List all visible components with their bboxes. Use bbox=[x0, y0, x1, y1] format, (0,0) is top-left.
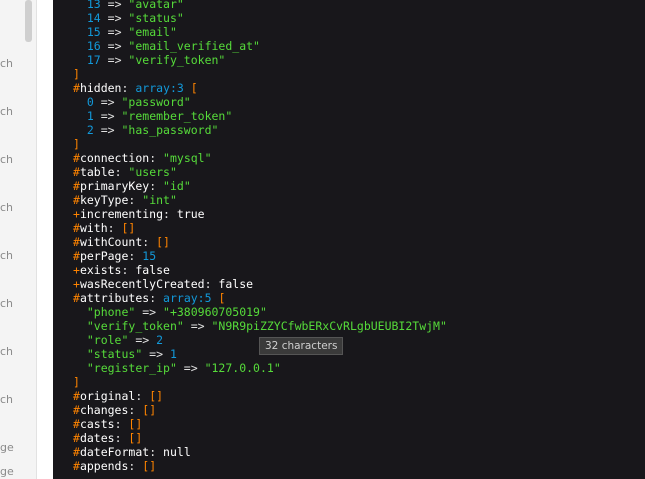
attribute-item: "phone" => "+380960705019" bbox=[86, 305, 267, 319]
model-dump: 13 => "avatar" 14 => "status" 15 => "ema… bbox=[73, 0, 447, 473]
property-line: #appends: [] bbox=[73, 459, 157, 473]
array-item: 16 => "email_verified_at" bbox=[86, 39, 260, 53]
panel-gap bbox=[37, 0, 53, 479]
array-item: 13 => "avatar" bbox=[86, 0, 184, 11]
left-sidebar: ch ch ch ch ch ch ch ch ge ge bbox=[0, 0, 37, 479]
property-line: #table: "users" bbox=[73, 165, 177, 179]
sidebar-text-fragment: ch bbox=[0, 201, 14, 214]
array-item: 1 => "remember_token" bbox=[86, 109, 233, 123]
attribute-item: "register_ip" => "127.0.0.1" bbox=[86, 361, 281, 375]
debug-dump-panel: 13 => "avatar" 14 => "status" 15 => "ema… bbox=[53, 0, 645, 479]
array-item: 2 => "has_password" bbox=[86, 123, 219, 137]
sidebar-text-fragment: ch bbox=[0, 57, 14, 70]
sidebar-text-fragment: ch bbox=[0, 345, 14, 358]
property-line: +incrementing: true bbox=[73, 207, 205, 221]
hidden-property: #hidden: array:3 [ bbox=[73, 81, 198, 95]
sidebar-text-fragment: ch bbox=[0, 393, 14, 406]
sidebar-text-fragment: ch bbox=[0, 297, 14, 310]
property-line: #casts: [] bbox=[73, 417, 143, 431]
close-bracket: ] bbox=[73, 137, 80, 151]
property-line: #changes: [] bbox=[73, 403, 157, 417]
tooltip: 32 characters bbox=[259, 337, 344, 355]
array-item: 17 => "verify_token" bbox=[86, 53, 226, 67]
property-line: +exists: false bbox=[73, 263, 170, 277]
sidebar-scrollbar[interactable] bbox=[25, 0, 32, 42]
array-item: 14 => "status" bbox=[86, 11, 184, 25]
property-line: #with: [] bbox=[73, 221, 136, 235]
close-bracket: ] bbox=[73, 375, 80, 389]
property-line: #original: [] bbox=[73, 389, 164, 403]
property-line: +wasRecentlyCreated: false bbox=[73, 277, 254, 291]
property-line: #dateFormat: null bbox=[73, 445, 191, 459]
attribute-item: "verify_token" => "N9R9piZZYCfwbERxCvRLg… bbox=[86, 319, 447, 333]
property-line: #keyType: "int" bbox=[73, 193, 177, 207]
sidebar-text-fragment: ge bbox=[0, 465, 14, 478]
property-line: #dates: [] bbox=[73, 431, 143, 445]
sidebar-text-fragment: ch bbox=[0, 153, 14, 166]
property-line: #connection: "mysql" bbox=[73, 151, 212, 165]
sidebar-text-fragment: ch bbox=[0, 249, 14, 262]
array-item: 0 => "password" bbox=[86, 95, 191, 109]
property-line: #primaryKey: "id" bbox=[73, 179, 191, 193]
attributes-property: #attributes: array:5 [ bbox=[73, 291, 226, 305]
array-item: 15 => "email" bbox=[86, 25, 177, 39]
close-bracket: ] bbox=[73, 67, 80, 81]
property-line: #withCount: [] bbox=[73, 235, 170, 249]
sidebar-text-fragment: ge bbox=[0, 441, 14, 454]
sidebar-text-fragment: ch bbox=[0, 105, 14, 118]
property-line: #perPage: 15 bbox=[73, 249, 157, 263]
